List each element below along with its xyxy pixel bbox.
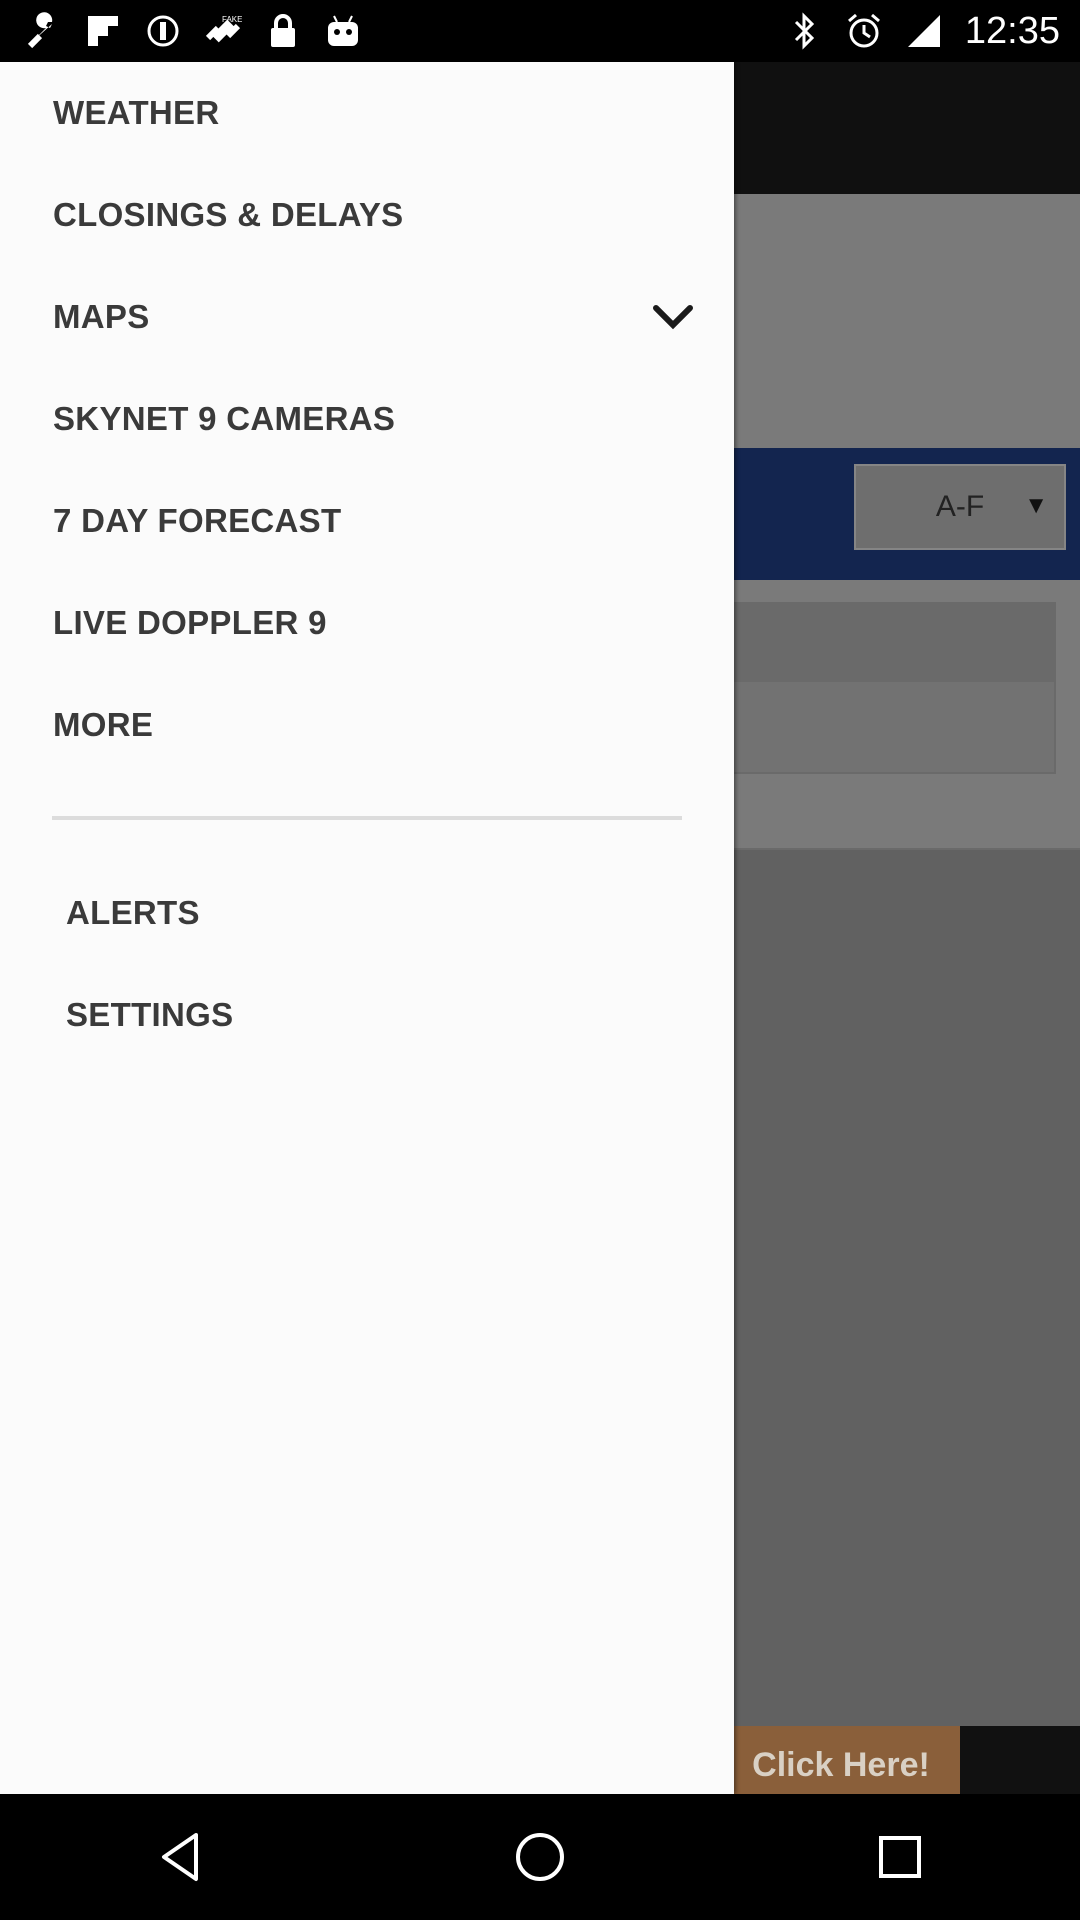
menu-item-label: MAPS [53,298,150,335]
home-icon [516,1833,564,1881]
status-time: 12:35 [964,9,1060,52]
menu-item-live-doppler[interactable]: LIVE DOPPLER 9 [0,572,734,674]
menu-item-settings[interactable]: SETTINGS [0,964,734,1066]
range-select-value: A-F [935,490,985,523]
back-icon [162,1833,198,1881]
flipboard-icon [84,12,122,50]
menu-item-label: LIVE DOPPLER 9 [53,604,327,641]
menu-item-label: MORE [53,706,154,743]
range-select[interactable]: A-F ▼ [854,464,1066,550]
circle-icon [144,12,182,50]
menu-item-closings-delays[interactable]: CLOSINGS & DELAYS [0,164,734,266]
home-button[interactable] [495,1812,585,1902]
back-button[interactable] [135,1812,225,1902]
menu-item-maps[interactable]: MAPS [0,266,734,368]
menu-item-7-day-forecast[interactable]: 7 DAY FORECAST [0,470,734,572]
recents-icon [879,1836,921,1878]
menu-item-weather[interactable]: WEATHER [0,62,734,164]
navigation-drawer: WEATHER CLOSINGS & DELAYS MAPS SKYNET 9 … [0,62,734,1794]
status-bar: FAKE 12:35 [0,0,1080,62]
menu-item-alerts[interactable]: ALERTS [0,862,734,964]
menu-item-label: SETTINGS [66,996,234,1033]
lock-icon [264,12,302,50]
menu-item-label: ALERTS [66,894,200,931]
android-icon [324,12,362,50]
status-bar-notifications: FAKE [0,12,362,50]
fake-gps-icon: FAKE [204,12,242,50]
bluetooth-icon [785,12,823,50]
chevron-down-icon[interactable] [650,294,696,340]
menu-item-label: CLOSINGS & DELAYS [53,196,404,233]
system-nav-bar [0,1794,1080,1920]
menu-item-label: SKYNET 9 CAMERAS [53,400,396,437]
svg-text:FAKE: FAKE [222,15,242,24]
wrench-icon [24,12,62,50]
recents-button[interactable] [855,1812,945,1902]
dropdown-arrow-icon: ▼ [1024,492,1048,519]
menu-item-skynet-cameras[interactable]: SKYNET 9 CAMERAS [0,368,734,470]
menu-item-label: 7 DAY FORECAST [53,502,342,539]
alarm-icon [845,12,883,50]
signal-icon [905,12,943,50]
ad-banner-text: Click Here! [752,1746,930,1784]
menu-item-label: WEATHER [53,94,220,131]
status-bar-system: 12:35 [785,10,1080,53]
drawer-divider [52,816,682,820]
menu-item-more[interactable]: MORE [0,674,734,776]
